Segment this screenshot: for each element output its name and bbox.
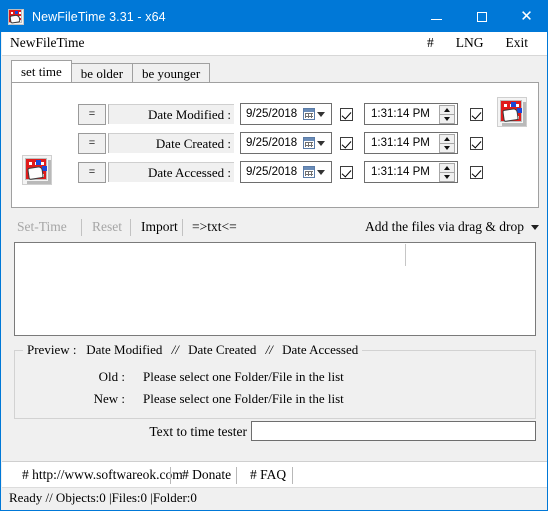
website-link[interactable]: # http://www.softwareok.com bbox=[22, 467, 183, 483]
date-created-label: Date Created : bbox=[108, 133, 234, 153]
spin-up-icon[interactable] bbox=[439, 104, 455, 115]
window-title: NewFileTime 3.31 - x64 bbox=[32, 9, 166, 24]
import-button[interactable]: Import bbox=[141, 217, 178, 237]
time-created-checkbox[interactable] bbox=[470, 136, 483, 150]
date-created-picker[interactable]: 9/25/2018 bbox=[240, 132, 332, 154]
time-accessed-spinner[interactable] bbox=[439, 162, 455, 182]
time-accessed-value: 1:31:14 PM bbox=[371, 166, 430, 178]
preview-legend-col-accessed: Date Accessed bbox=[282, 342, 359, 357]
date-created-value: 9/25/2018 bbox=[246, 137, 298, 149]
equalize-modified-button[interactable]: = bbox=[78, 103, 106, 125]
date-accessed-checkbox[interactable] bbox=[340, 165, 353, 179]
toolbar-separator bbox=[81, 219, 82, 236]
date-accessed-value: 9/25/2018 bbox=[246, 166, 298, 178]
time-modified-checkbox[interactable] bbox=[470, 107, 483, 121]
preview-group: Preview : Date Modified // Date Created … bbox=[14, 342, 536, 419]
chevron-down-icon[interactable] bbox=[317, 169, 325, 175]
apply-all-modified-icon[interactable] bbox=[497, 97, 527, 127]
tab-set-time[interactable]: set time bbox=[11, 60, 72, 82]
preview-new-value: Please select one Folder/File in the lis… bbox=[143, 391, 344, 406]
spin-down-icon[interactable] bbox=[439, 143, 455, 153]
date-accessed-label: Date Accessed : bbox=[108, 162, 234, 182]
maximize-button[interactable] bbox=[459, 1, 504, 32]
add-files-dropdown-label: Add the files via drag & drop bbox=[365, 219, 524, 234]
spin-up-icon[interactable] bbox=[439, 162, 455, 173]
menu-item-hash[interactable]: # bbox=[416, 35, 445, 51]
time-modified-picker[interactable]: 1:31:14 PM bbox=[364, 103, 458, 125]
chevron-down-icon[interactable] bbox=[317, 140, 325, 146]
preview-legend: Preview : Date Modified // Date Created … bbox=[23, 342, 363, 358]
faq-link[interactable]: # FAQ bbox=[250, 467, 286, 483]
date-modified-checkbox[interactable] bbox=[340, 107, 353, 121]
link-separator bbox=[170, 467, 171, 484]
date-accessed-picker[interactable]: 9/25/2018 bbox=[240, 161, 332, 183]
date-modified-value: 9/25/2018 bbox=[246, 108, 298, 120]
menu-app-name[interactable]: NewFileTime bbox=[10, 35, 85, 51]
time-accessed-checkbox[interactable] bbox=[470, 165, 483, 179]
time-created-value: 1:31:14 PM bbox=[371, 137, 430, 149]
list-column-separator[interactable] bbox=[405, 244, 406, 266]
status-text: Ready // Objects:0 |Files:0 |Folder:0 bbox=[9, 490, 197, 505]
menu-bar: NewFileTime # LNG Exit bbox=[2, 32, 547, 56]
add-files-dropdown[interactable]: Add the files via drag & drop bbox=[365, 217, 539, 237]
file-list[interactable] bbox=[14, 242, 536, 336]
date-modified-picker[interactable]: 9/25/2018 bbox=[240, 103, 332, 125]
time-created-picker[interactable]: 1:31:14 PM bbox=[364, 132, 458, 154]
equalize-created-button[interactable]: = bbox=[78, 132, 106, 154]
preview-new-label: New : bbox=[93, 391, 125, 406]
action-toolbar: Set-Time Reset Import =>txt<= Add the fi… bbox=[11, 217, 539, 239]
apply-all-accessed-icon[interactable] bbox=[22, 155, 52, 185]
menu-item-lng[interactable]: LNG bbox=[445, 35, 495, 51]
preview-old-value: Please select one Folder/File in the lis… bbox=[143, 369, 344, 384]
spin-up-icon[interactable] bbox=[439, 133, 455, 144]
set-time-button[interactable]: Set-Time bbox=[17, 217, 67, 237]
menu-right-group: # LNG Exit bbox=[416, 35, 539, 51]
equalize-accessed-button[interactable]: = bbox=[78, 161, 106, 183]
date-modified-label: Date Modified : bbox=[108, 104, 234, 124]
window-controls: ✕ bbox=[414, 1, 547, 32]
set-time-panel: = Date Modified : 9/25/2018 1:31:14 PM =… bbox=[11, 82, 539, 208]
calendar-icon bbox=[303, 108, 315, 120]
title-bar: NewFileTime 3.31 - x64 ✕ bbox=[1, 1, 547, 32]
preview-legend-sep: // bbox=[171, 342, 179, 357]
time-modified-spinner[interactable] bbox=[439, 104, 455, 124]
status-bar: Ready // Objects:0 |Files:0 |Folder:0 bbox=[2, 487, 547, 509]
preview-legend-col-created: Date Created bbox=[188, 342, 257, 357]
text-to-time-tester-input[interactable] bbox=[251, 421, 536, 441]
date-created-checkbox[interactable] bbox=[340, 136, 353, 150]
link-separator bbox=[292, 467, 293, 484]
link-separator bbox=[236, 467, 237, 484]
export-txt-button[interactable]: =>txt<= bbox=[192, 217, 237, 237]
preview-old-label: Old : bbox=[98, 369, 125, 384]
tester-label: Text to time tester bbox=[149, 424, 247, 439]
chevron-down-icon[interactable] bbox=[317, 111, 325, 117]
preview-legend-sep: // bbox=[265, 342, 273, 357]
newfiletime-window: NewFileTime 3.31 - x64 ✕ NewFileTime # L… bbox=[0, 0, 548, 511]
time-created-spinner[interactable] bbox=[439, 133, 455, 153]
spin-down-icon[interactable] bbox=[439, 172, 455, 182]
tab-be-older[interactable]: be older bbox=[70, 63, 134, 82]
calendar-icon bbox=[303, 166, 315, 178]
toolbar-separator bbox=[130, 219, 131, 236]
tab-strip: set time be older be younger bbox=[11, 60, 211, 82]
preview-legend-title: Preview : bbox=[27, 342, 77, 357]
minimize-button[interactable] bbox=[414, 1, 459, 32]
time-accessed-picker[interactable]: 1:31:14 PM bbox=[364, 161, 458, 183]
preview-legend-col-modified: Date Modified bbox=[86, 342, 163, 357]
tab-be-younger[interactable]: be younger bbox=[132, 63, 211, 82]
spin-down-icon[interactable] bbox=[439, 114, 455, 124]
reset-button[interactable]: Reset bbox=[92, 217, 122, 237]
time-modified-value: 1:31:14 PM bbox=[371, 108, 430, 120]
donate-link[interactable]: # Donate bbox=[182, 467, 231, 483]
calendar-icon bbox=[303, 137, 315, 149]
chevron-down-icon bbox=[531, 224, 539, 230]
close-button[interactable]: ✕ bbox=[504, 1, 547, 32]
menu-item-exit[interactable]: Exit bbox=[495, 35, 540, 51]
toolbar-separator bbox=[182, 219, 183, 236]
app-grid-icon bbox=[8, 8, 24, 25]
